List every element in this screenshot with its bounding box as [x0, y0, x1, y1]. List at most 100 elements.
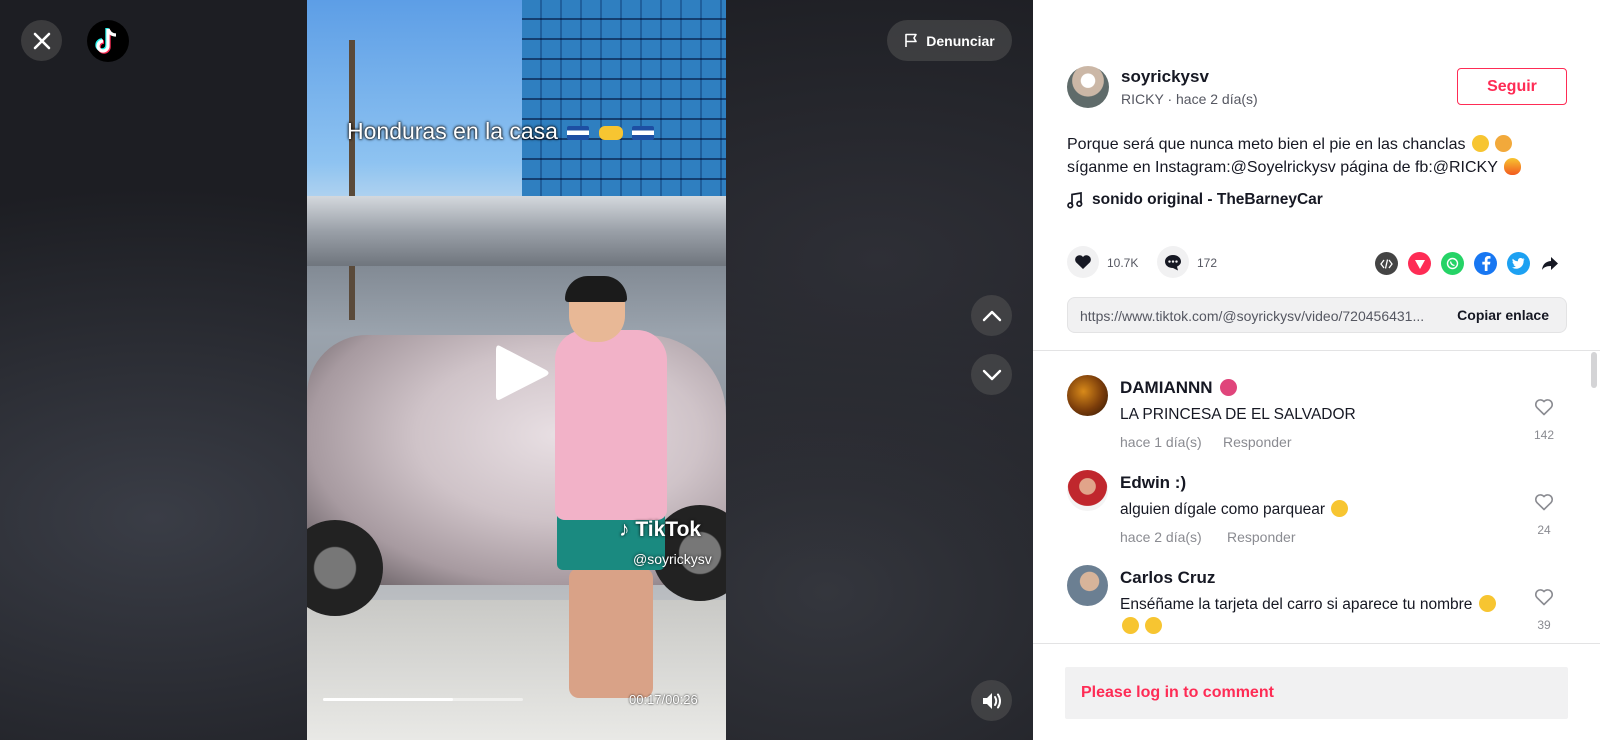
post-description: Porque será que nunca meto bien el pie e… [1067, 133, 1567, 179]
laughing-emoji-icon [1478, 595, 1496, 612]
description-line-2: síganme en Instagram:@Soyelrickysv págin… [1067, 156, 1567, 179]
comment-author-name: DAMIANNN [1120, 378, 1213, 397]
comment-author[interactable]: Carlos Cruz [1120, 568, 1215, 588]
comment-text-body: alguien dígale como parquear [1120, 501, 1326, 518]
video-caption: Honduras en la casa [347, 118, 655, 145]
background-canopy [307, 196, 726, 266]
music-note-icon [1067, 191, 1083, 208]
chevron-down-icon [982, 369, 1001, 380]
report-button[interactable]: Denunciar [887, 20, 1012, 61]
description-text-2: síganme en Instagram:@Soyelrickysv págin… [1067, 159, 1498, 176]
tiktok-watermark-icon: ♪ [619, 518, 630, 541]
rofl-emoji-icon [1495, 135, 1513, 152]
video-link-box: https://www.tiktok.com/@soyrickysv/video… [1067, 297, 1567, 333]
report-label: Denunciar [926, 32, 995, 49]
comment-time: hace 2 día(s) [1120, 529, 1202, 545]
heart-icon [1075, 255, 1091, 269]
comment-text: Enséñame la tarjeta del carro si aparece… [1120, 594, 1500, 638]
heart-outline-icon[interactable] [1534, 587, 1554, 607]
follow-button[interactable]: Seguir [1457, 68, 1567, 105]
tiktok-watermark: ♪ TikTok [619, 518, 701, 542]
salvador-flag-icon [632, 125, 655, 140]
reply-button[interactable]: Responder [1227, 529, 1296, 545]
whatsapp-icon[interactable] [1441, 252, 1464, 275]
comment-login-bar: Please log in to comment [1033, 643, 1600, 740]
volume-button[interactable] [971, 680, 1012, 721]
login-to-comment-box[interactable]: Please log in to comment [1065, 667, 1568, 719]
description-text-1: Porque será que nunca meto bien el pie e… [1067, 136, 1466, 153]
info-panel: soyrickysv RICKY · hace 2 día(s) Seguir … [1033, 0, 1600, 740]
comment-time: hace 1 día(s) [1120, 434, 1202, 450]
author-meta: RICKY · hace 2 día(s) [1121, 91, 1258, 107]
next-video-button[interactable] [971, 354, 1012, 395]
comment-avatar[interactable] [1067, 470, 1108, 511]
laughing-emoji-icon [1331, 500, 1349, 517]
honduras-flag-icon [567, 125, 590, 140]
description-line-1: Porque será que nunca meto bien el pie e… [1067, 133, 1567, 156]
comment-avatar[interactable] [1067, 565, 1108, 606]
login-to-comment-text[interactable]: Please log in to comment [1081, 684, 1274, 702]
post-date: hace 2 día(s) [1176, 91, 1258, 107]
tiktok-note-icon [95, 28, 117, 54]
like-button[interactable] [1067, 246, 1099, 278]
comment-like-count: 142 [1533, 428, 1555, 442]
heart-outline-icon[interactable] [1534, 492, 1554, 512]
like-count: 10.7K [1107, 256, 1139, 270]
comment-button[interactable] [1157, 246, 1189, 278]
embed-icon[interactable] [1375, 252, 1398, 275]
comment-author[interactable]: Edwin :) [1120, 473, 1186, 493]
copy-link-button[interactable]: Copiar enlace [1457, 307, 1549, 323]
comment-avatar[interactable] [1067, 375, 1108, 416]
person-shirt [555, 330, 667, 520]
video-progress-bar[interactable] [323, 698, 523, 701]
comment-list: DAMIANNN LA PRINCESA DE EL SALVADOR hace… [1033, 351, 1600, 644]
close-icon [33, 32, 50, 49]
comment-author[interactable]: DAMIANNN [1120, 378, 1238, 398]
video-player-area: Honduras en la casa ♪ TikTok @soyrickysv… [0, 0, 1033, 740]
background-pole [349, 40, 355, 320]
background-building [522, 0, 726, 220]
fire-emoji-icon [1504, 158, 1522, 175]
share-arrow-icon[interactable] [1538, 252, 1561, 275]
play-icon[interactable] [492, 342, 552, 404]
twitter-icon[interactable] [1507, 252, 1530, 275]
flag-icon [905, 33, 918, 47]
previous-video-button[interactable] [971, 295, 1012, 336]
meta-separator: · [1167, 91, 1173, 107]
comment-text: LA PRINCESA DE EL SALVADOR [1120, 406, 1356, 423]
comment-text: alguien dígale como parquear [1120, 499, 1500, 521]
comments-scrollbar[interactable] [1591, 352, 1597, 388]
comment-icon [1165, 254, 1181, 270]
author-nickname: RICKY [1121, 91, 1164, 107]
reply-button[interactable]: Responder [1223, 434, 1292, 450]
watermark-username: @soyrickysv [633, 551, 712, 567]
handshake-icon [598, 125, 623, 140]
close-button[interactable] [21, 20, 62, 61]
author-avatar[interactable] [1067, 66, 1109, 108]
comment-item: Carlos Cruz Enséñame la tarjeta del carr… [1067, 565, 1567, 644]
sound-name: sonido original - TheBarneyCar [1092, 191, 1323, 208]
devil-emoji-icon [1220, 379, 1238, 396]
comment-item: Edwin :) alguien dígale como parquear ha… [1067, 470, 1567, 550]
laughing-emoji-icon [1122, 617, 1139, 634]
video-progress-fill [323, 698, 453, 701]
volume-icon [982, 692, 1001, 709]
person-cap [565, 276, 627, 302]
sound-link[interactable]: sonido original - TheBarneyCar [1067, 191, 1323, 209]
laughing-emoji-icon [1145, 617, 1163, 634]
tiktok-watermark-text: TikTok [635, 518, 702, 541]
laughing-emoji-icon [1471, 135, 1489, 152]
video-link-text[interactable]: https://www.tiktok.com/@soyrickysv/video… [1080, 308, 1435, 324]
video-caption-text: Honduras en la casa [347, 118, 558, 144]
video-frame[interactable]: Honduras en la casa ♪ TikTok @soyrickysv… [307, 0, 726, 740]
chevron-up-icon [982, 310, 1001, 321]
comment-count: 172 [1197, 256, 1218, 270]
comment-like-count: 39 [1537, 618, 1551, 632]
tiktok-logo[interactable] [87, 20, 129, 62]
heart-outline-icon[interactable] [1534, 397, 1554, 417]
comment-text-body: Enséñame la tarjeta del carro si aparece… [1120, 596, 1473, 613]
video-time: 00:17/00:26 [629, 692, 698, 707]
send-icon[interactable] [1408, 252, 1431, 275]
author-username[interactable]: soyrickysv [1121, 67, 1209, 87]
facebook-icon[interactable] [1474, 252, 1497, 275]
